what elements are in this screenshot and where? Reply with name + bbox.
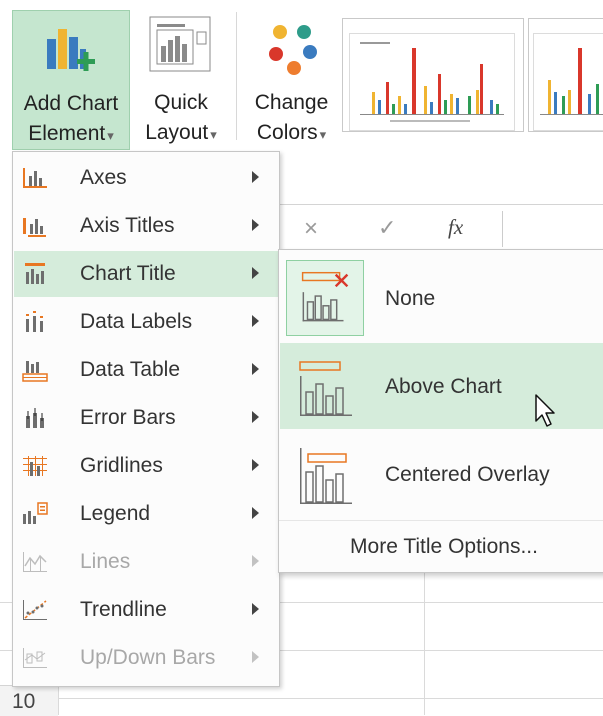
formula-bar: × ✓ fx [278,204,603,254]
menu-item-label: Lines [80,550,131,573]
chart-style-thumbnail [540,48,603,115]
submenu-item-label: Centered Overlay [385,463,550,486]
chart-styles-gallery-2 [528,18,603,132]
chevron-right-icon [252,363,259,375]
quick-layout-icon [149,16,211,72]
add-chart-element-label-2: Element [28,122,106,145]
menu-item-label: Chart Title [80,262,176,285]
chart-styles-gallery [342,18,524,132]
change-colors-label-1: Change [254,91,329,114]
chevron-right-icon [252,555,259,567]
add-chart-element-button[interactable]: Add Chart Element ▾ [12,10,130,150]
chart-style-option-1[interactable] [349,33,515,131]
row-header-label: 10 [12,690,36,713]
add-chart-element-icon [47,29,95,71]
centered-overlay-title-icon [300,448,352,504]
menu-item-label: Error Bars [80,406,176,429]
chevron-right-icon [252,411,259,423]
row-header[interactable]: 10 [0,685,58,716]
menu-item-label: Axis Titles [80,214,175,237]
chevron-right-icon [252,459,259,471]
data-table-icon [22,361,48,382]
error-bars-icon [26,408,44,428]
gridlines-icon [23,456,47,476]
trendline-icon [23,600,47,620]
gridline [0,698,603,699]
change-colors-button[interactable]: Change Colors ▾ [244,10,339,150]
chevron-down-icon: ▾ [107,128,114,143]
mouse-cursor-icon [535,394,555,427]
chevron-down-icon: ▾ [319,127,327,142]
chart-title-submenu: None Above Chart Centered Overlay More T… [278,249,603,573]
axes-icon [23,168,47,188]
title-above-chart-icon [299,361,352,416]
gridline [424,570,425,715]
menu-item-label: Gridlines [80,454,163,477]
axis-titles-icon [23,218,46,237]
palette-icon [269,25,317,75]
menu-item-label: Axes [80,166,127,189]
chevron-right-icon [252,219,259,231]
submenu-item-label: None [385,287,436,310]
menu-item-label: Up/Down Bars [80,646,216,669]
menu-item-label: Legend [80,502,151,525]
menu-item-gridlines[interactable]: Gridlines [14,443,278,489]
chevron-right-icon [252,651,259,663]
menu-item-chart-title[interactable]: Chart Title [14,251,278,297]
chart-title-icon [25,263,45,284]
menu-item-trendline[interactable]: Trendline [14,587,278,633]
ribbon: Add Chart Element ▾ Quick Layout ▾ Change … [0,0,603,151]
quick-layout-button[interactable]: Quick Layout ▾ [134,10,228,150]
chart-style-thumbnail [360,42,504,122]
quick-layout-label-1: Quick [154,91,208,114]
submenu-item-label: Above Chart [385,375,502,398]
menu-item-axes[interactable]: Axes [14,155,278,201]
menu-item-label: Data Labels [80,310,193,333]
submenu-separator [279,520,603,521]
chevron-right-icon [252,603,259,615]
menu-item-data-table[interactable]: Data Table [14,347,278,393]
menu-item-label: Data Table [80,358,181,381]
insert-function-button[interactable]: fx [448,215,463,240]
chart-style-option-2[interactable] [533,33,603,131]
menu-item-legend[interactable]: Legend [14,491,278,537]
quick-layout-label-2: Layout [145,121,209,144]
menu-item-label: Trendline [80,598,167,621]
enter-formula-button[interactable]: ✓ [378,215,396,241]
chevron-right-icon [252,171,259,183]
menu-item-lines: Lines [14,539,278,585]
up-down-bars-icon [23,648,47,668]
ribbon-separator [236,12,237,140]
menu-item-up-down-bars: Up/Down Bars [14,635,278,681]
ribbon-group-fragment [120,0,200,6]
data-labels-icon [26,311,43,332]
submenu-item-none[interactable]: None [280,255,603,341]
menu-item-axis-titles[interactable]: Axis Titles [14,203,278,249]
cancel-formula-button[interactable]: × [304,215,318,243]
chevron-right-icon [252,315,259,327]
chevron-down-icon: ▾ [210,127,217,142]
change-colors-label-2: Colors [256,121,318,144]
chevron-right-icon [252,507,259,519]
add-chart-element-menu: Axes Axis Titles Chart Title Data Labels [12,151,280,687]
more-title-options-link[interactable]: More Title Options... [279,535,603,559]
submenu-item-centered-overlay[interactable]: Centered Overlay [280,431,603,517]
lines-icon [23,552,47,572]
gridline [58,685,59,715]
legend-icon [23,502,48,524]
menu-item-data-labels[interactable]: Data Labels [14,299,278,345]
submenu-item-above-chart[interactable]: Above Chart [280,343,603,429]
chevron-right-icon [252,267,259,279]
menu-item-error-bars[interactable]: Error Bars [14,395,278,441]
add-chart-element-label-1: Add Chart [23,92,119,115]
no-title-icon [286,260,364,336]
formula-bar-separator [502,211,503,247]
